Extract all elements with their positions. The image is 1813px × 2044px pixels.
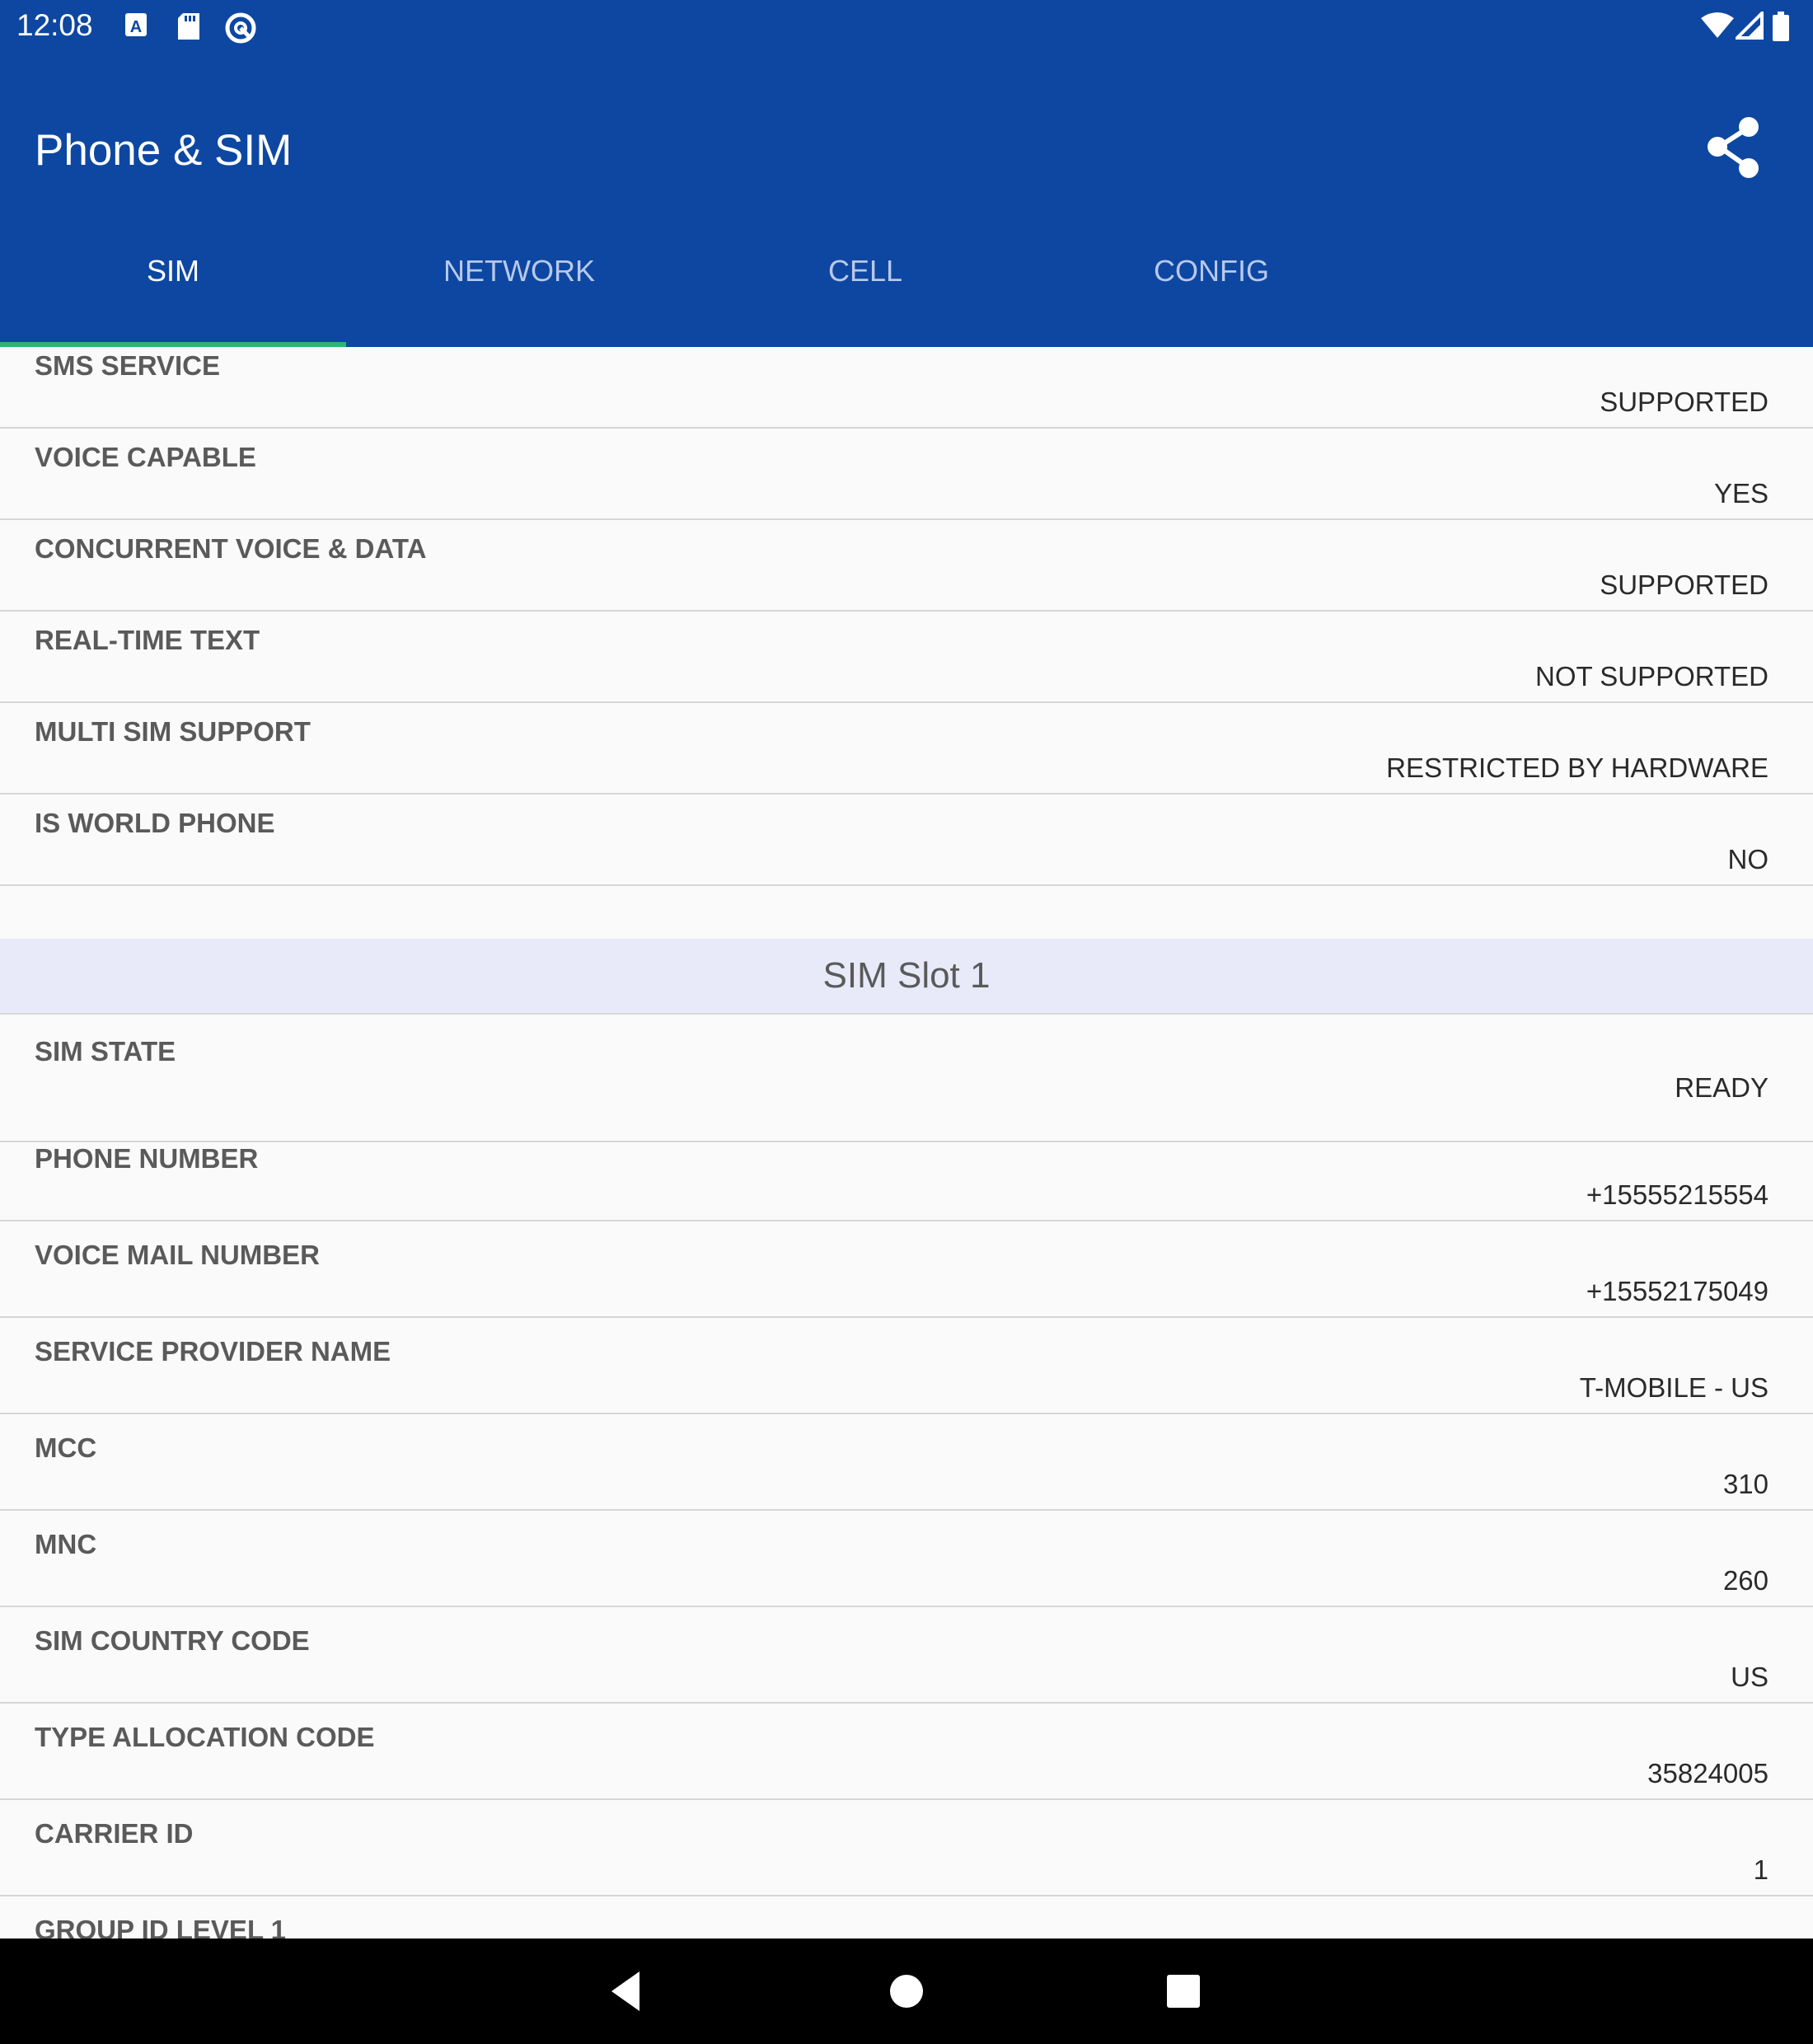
list-item: VOICE CAPABLE YES — [0, 429, 1813, 520]
list-item: GROUP ID LEVEL 1 — [0, 1896, 1813, 1939]
row-value: T-MOBILE - US — [1579, 1372, 1768, 1403]
tab-network[interactable]: NETWORK — [346, 241, 692, 345]
row-label: REAL-TIME TEXT — [35, 625, 260, 655]
sd-card-icon — [178, 13, 199, 40]
home-icon[interactable] — [888, 1973, 925, 2009]
row-value: YES — [1713, 478, 1768, 509]
navigation-bar — [0, 1939, 1813, 2044]
row-label: SERVICE PROVIDER NAME — [35, 1336, 391, 1367]
row-label: SMS SERVICE — [35, 350, 220, 381]
row-label: IS WORLD PHONE — [35, 808, 275, 838]
row-label: SIM STATE — [35, 1036, 176, 1067]
row-value: READY — [1675, 1072, 1768, 1103]
list-item: MCC 310 — [0, 1414, 1813, 1511]
list-item: IS WORLD PHONE NO — [0, 795, 1813, 886]
row-value: 1 — [1753, 1854, 1768, 1885]
recents-icon[interactable] — [1165, 1973, 1202, 2009]
tab-config[interactable]: CONFIG — [1038, 241, 1384, 345]
list-item: CARRIER ID 1 — [0, 1800, 1813, 1896]
section-header-sim-slot: SIM Slot 1 — [0, 939, 1813, 1013]
row-value: SUPPORTED — [1600, 570, 1768, 600]
back-icon[interactable] — [607, 1968, 648, 2014]
row-label: MCC — [35, 1432, 97, 1463]
list-item: VOICE MAIL NUMBER +15552175049 — [0, 1221, 1813, 1318]
wifi-icon — [1701, 12, 1734, 38]
share-icon — [1708, 117, 1759, 178]
list-item: MNC 260 — [0, 1511, 1813, 1607]
list-item: SIM COUNTRY CODE US — [0, 1607, 1813, 1704]
row-label: CARRIER ID — [35, 1818, 194, 1849]
battery-icon — [1773, 12, 1789, 41]
row-label: MULTI SIM SUPPORT — [35, 716, 311, 747]
tab-sim[interactable]: SIM — [0, 241, 346, 345]
row-value: 310 — [1722, 1469, 1768, 1499]
row-value: US — [1731, 1662, 1768, 1692]
row-label: VOICE MAIL NUMBER — [35, 1240, 320, 1270]
row-value: NOT SUPPORTED — [1535, 661, 1768, 691]
row-value: RESTRICTED BY HARDWARE — [1386, 752, 1768, 783]
row-value: SUPPORTED — [1600, 387, 1768, 417]
row-label: SIM COUNTRY CODE — [35, 1625, 310, 1656]
list-item: SERVICE PROVIDER NAME T-MOBILE - US — [0, 1318, 1813, 1414]
status-bar: 12:08 A — [0, 0, 1813, 53]
row-value: +15552175049 — [1586, 1276, 1768, 1306]
share-button[interactable] — [1698, 110, 1772, 185]
list-item: SMS SERVICE SUPPORTED — [0, 347, 1813, 429]
font-a-icon: A — [125, 13, 147, 36]
list-item: REAL-TIME TEXT NOT SUPPORTED — [0, 612, 1813, 703]
list-item: TYPE ALLOCATION CODE 35824005 — [0, 1704, 1813, 1800]
row-label: CONCURRENT VOICE & DATA — [35, 533, 427, 564]
row-value: 260 — [1722, 1565, 1768, 1596]
tab-bar: SIM NETWORK CELL CONFIG — [0, 241, 1813, 345]
svg-text:A: A — [130, 18, 142, 36]
row-label: GROUP ID LEVEL 1 — [35, 1915, 287, 1939]
content-list[interactable]: SMS SERVICE SUPPORTED VOICE CAPABLE YES … — [0, 347, 1813, 1939]
list-item: PHONE NUMBER +15555215554 — [0, 1125, 1813, 1221]
list-item: SIM STATE READY — [0, 1013, 1813, 1142]
list-item: MULTI SIM SUPPORT RESTRICTED BY HARDWARE — [0, 703, 1813, 795]
row-value: 35824005 — [1647, 1758, 1768, 1788]
cell-signal-icon — [1736, 12, 1764, 40]
tab-cell[interactable]: CELL — [692, 241, 1038, 345]
status-time: 12:08 — [16, 8, 93, 42]
row-value: NO — [1727, 844, 1769, 874]
row-value: +15555215554 — [1586, 1179, 1768, 1210]
page-title: Phone & SIM — [35, 126, 293, 175]
row-label: MNC — [35, 1529, 97, 1559]
row-label: TYPE ALLOCATION CODE — [35, 1722, 375, 1752]
row-label: PHONE NUMBER — [35, 1143, 259, 1174]
row-label: VOICE CAPABLE — [35, 442, 256, 472]
list-item: CONCURRENT VOICE & DATA SUPPORTED — [0, 520, 1813, 612]
sync-icon — [225, 12, 256, 44]
